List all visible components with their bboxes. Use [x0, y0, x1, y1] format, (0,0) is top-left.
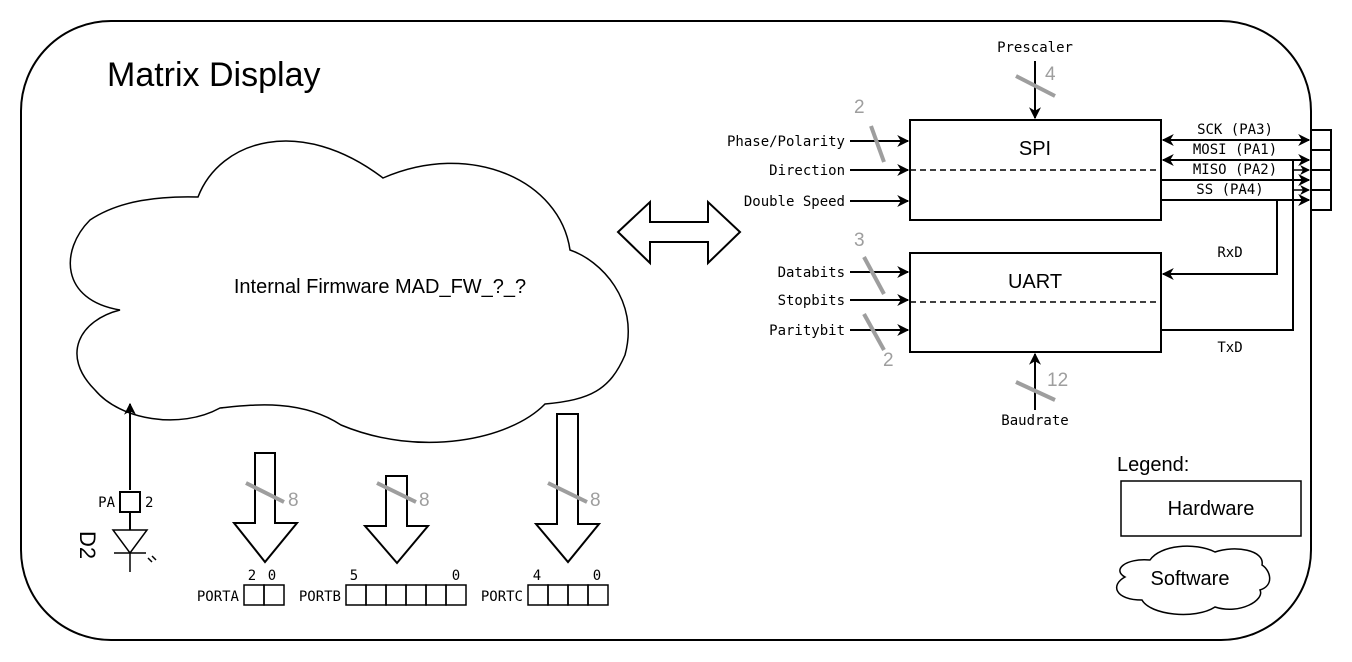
- pin-header: [1310, 129, 1332, 211]
- led-d2: PA 2 D2: [75, 402, 157, 572]
- register-bit-cell: [263, 584, 285, 606]
- legend-hardware-label: Hardware: [1168, 498, 1255, 520]
- register-bit-cell: [527, 584, 549, 606]
- uart-input-stopbits-label: Stopbits: [778, 293, 845, 309]
- led-pin-box: [119, 491, 141, 513]
- register-bit-cell: [567, 584, 589, 606]
- phase-polarity-bus-width: 2: [854, 97, 865, 118]
- port-c-register: [527, 584, 609, 606]
- pin-miso-label: MISO (PA2): [1193, 162, 1277, 178]
- register-bit-cell: [445, 584, 467, 606]
- legend-software-label: Software: [1151, 568, 1230, 590]
- led-pin-number: 2: [145, 495, 153, 511]
- register-bit-cell: [425, 584, 447, 606]
- pin-box: [1310, 169, 1332, 191]
- spi-input-phase-polarity-label: Phase/Polarity: [727, 134, 845, 150]
- port-a-label: PORTA: [197, 589, 240, 605]
- port-c-bus-width: 8: [590, 490, 601, 511]
- port-a-register: [243, 584, 285, 606]
- port-b-register: [345, 584, 467, 606]
- rxd-line: [1161, 200, 1278, 280]
- port-c: 8 4 0 PORTC: [481, 413, 609, 606]
- pin-box: [1310, 149, 1332, 171]
- paritybit-bus-width: 2: [883, 350, 894, 371]
- port-a-lsb: 0: [268, 568, 276, 584]
- register-bit-cell: [587, 584, 609, 606]
- firmware-cloud: Internal Firmware MAD_FW_?_?: [69, 140, 630, 444]
- port-a-msb: 2: [248, 568, 256, 584]
- prescaler-bus-width: 4: [1045, 64, 1056, 85]
- baudrate-label: Baudrate: [1001, 413, 1068, 429]
- uart-label: UART: [1008, 271, 1062, 293]
- register-bit-cell: [365, 584, 387, 606]
- txd-label: TxD: [1217, 340, 1242, 356]
- uart-input-paritybit-label: Paritybit: [769, 323, 845, 339]
- port-a: 8 2 0 PORTA: [197, 452, 300, 606]
- port-b-bus-width: 8: [419, 490, 430, 511]
- register-bit-cell: [405, 584, 427, 606]
- pin-box: [1310, 189, 1332, 211]
- pin-ss-label: SS (PA4): [1196, 182, 1263, 198]
- port-b: 8 5 0 PORTB: [299, 475, 467, 606]
- paritybit-bus-slash: [862, 313, 886, 351]
- port-c-lsb: 0: [593, 568, 601, 584]
- port-b-lsb: 0: [452, 568, 460, 584]
- diode-icon: [111, 529, 149, 555]
- diagram-title: Matrix Display: [107, 56, 320, 94]
- pin-mosi-label: MOSI (PA1): [1193, 142, 1277, 158]
- led-designator: D2: [75, 531, 100, 559]
- databits-bus-slash: [862, 256, 886, 295]
- port-a-bus-width: 8: [288, 490, 299, 511]
- register-bit-cell: [547, 584, 569, 606]
- port-c-msb: 4: [533, 568, 541, 584]
- phase-polarity-bus-slash: [869, 125, 886, 163]
- pin-sck-label: SCK (PA3): [1197, 122, 1273, 138]
- led-pin-prefix: PA: [98, 495, 115, 511]
- spi-input-direction-label: Direction: [769, 163, 845, 179]
- rxd-label: RxD: [1217, 245, 1242, 261]
- legend: Legend: Hardware Software: [1115, 454, 1302, 616]
- databits-bus-width: 3: [854, 230, 865, 251]
- uart-input-databits-label: Databits: [778, 265, 845, 281]
- light-emission-icon: [147, 555, 157, 563]
- block-diagram: Matrix Display Internal Firmware MAD_FW_…: [20, 20, 1332, 641]
- firmware-label: Internal Firmware MAD_FW_?_?: [234, 276, 526, 298]
- bidirectional-interface-arrow: [616, 199, 742, 266]
- port-c-label: PORTC: [481, 589, 523, 605]
- register-bit-cell: [243, 584, 265, 606]
- port-b-label: PORTB: [299, 589, 341, 605]
- port-c-output-arrow: [533, 413, 602, 564]
- register-bit-cell: [345, 584, 367, 606]
- spi-block: SPI Prescaler 4 Phase/Polarity 2 Directi…: [727, 40, 1332, 221]
- baudrate-bus-width: 12: [1047, 370, 1068, 391]
- register-bit-cell: [385, 584, 407, 606]
- spi-label: SPI: [1019, 138, 1051, 160]
- port-b-msb: 5: [350, 568, 358, 584]
- prescaler-label: Prescaler: [997, 40, 1073, 56]
- spi-input-double-speed-label: Double Speed: [744, 194, 845, 210]
- pin-box: [1310, 129, 1332, 151]
- legend-title: Legend:: [1117, 454, 1189, 476]
